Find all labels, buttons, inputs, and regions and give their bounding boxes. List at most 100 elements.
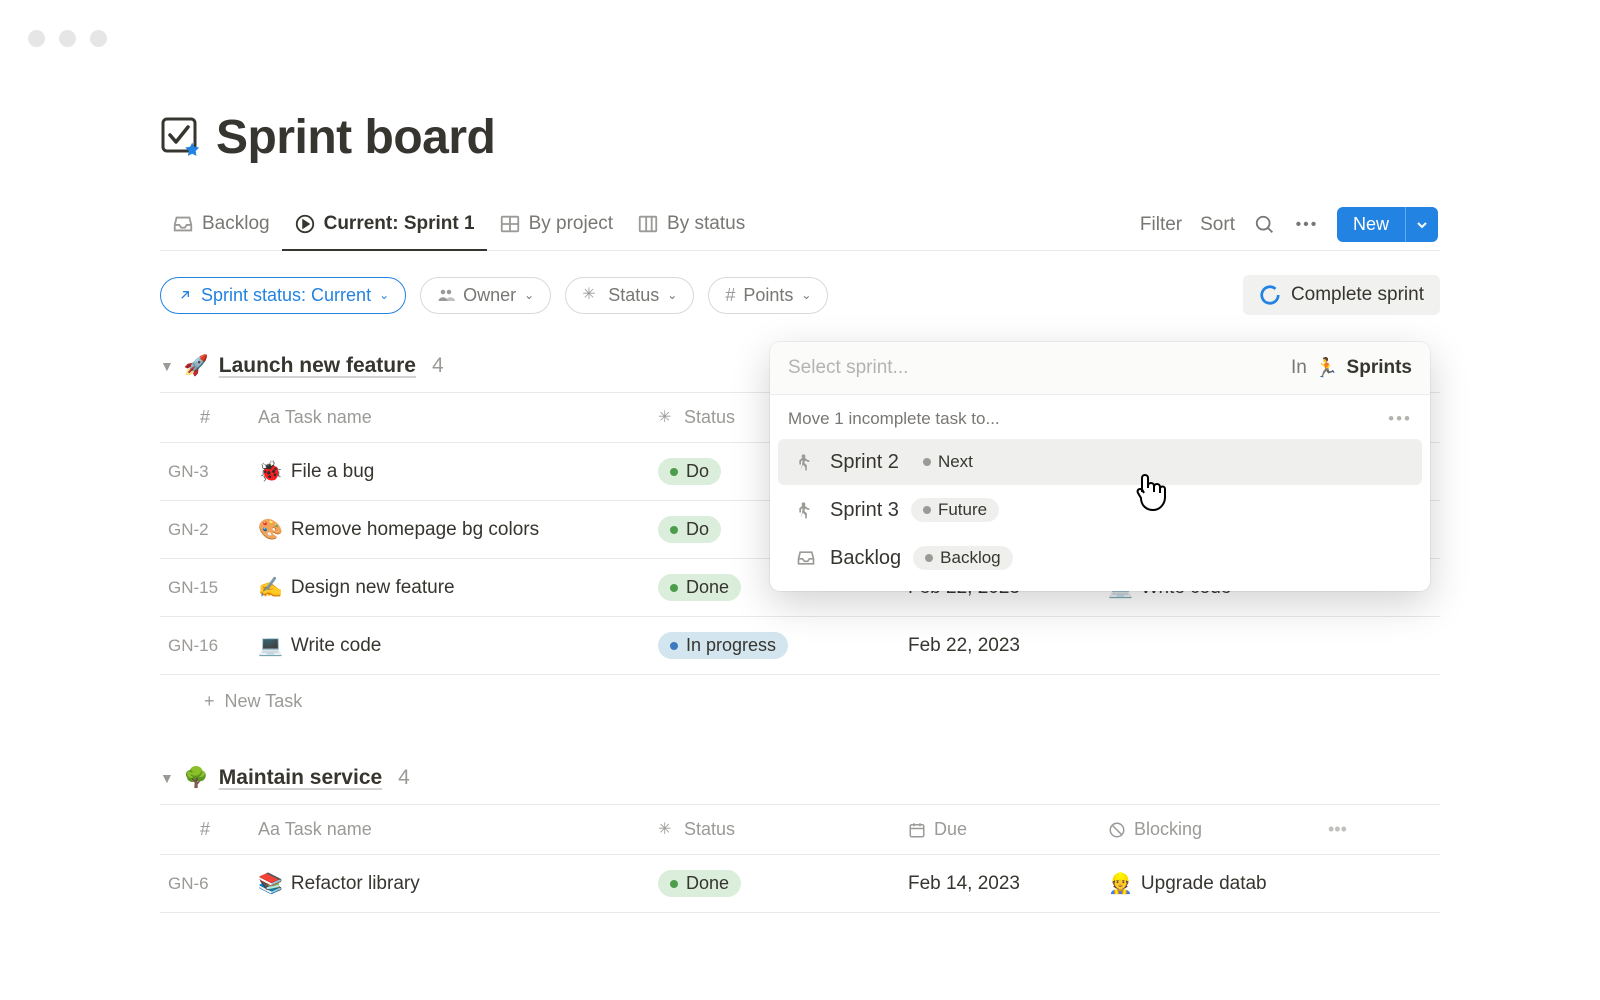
col-status[interactable]: Status	[650, 819, 900, 840]
cell-status: In progress	[650, 632, 900, 659]
more-icon[interactable]: •••	[1295, 213, 1319, 237]
cell-id: GN-2	[160, 520, 250, 540]
popover-subtitle-row: Move 1 incomplete task to... •••	[770, 395, 1430, 437]
filter-status[interactable]: Status ⌄	[565, 277, 694, 314]
filter-owner[interactable]: Owner ⌄	[420, 277, 551, 314]
runner-icon	[796, 499, 818, 521]
new-button[interactable]: New	[1337, 207, 1405, 242]
tab-backlog[interactable]: Backlog	[160, 199, 282, 251]
col-more[interactable]: •••	[1320, 819, 1360, 840]
window-traffic-lights	[28, 30, 107, 47]
row-title: Write code	[291, 635, 381, 657]
row-title: File a bug	[291, 461, 374, 483]
tab-label: Current: Sprint 1	[324, 213, 475, 235]
in-target: Sprints	[1347, 357, 1412, 379]
col-due[interactable]: Due	[900, 819, 1100, 840]
more-icon[interactable]: •••	[1388, 409, 1412, 429]
col-blocking[interactable]: Blocking	[1100, 819, 1320, 840]
loading-icon	[582, 286, 600, 304]
cell-name: ✍️ Design new feature	[250, 575, 650, 600]
filter-points[interactable]: # Points ⌄	[708, 277, 828, 314]
option-label: Sprint 3	[830, 499, 899, 522]
in-text: In	[1291, 357, 1307, 379]
traffic-light-green[interactable]	[90, 30, 107, 47]
cell-name: 💻 Write code	[250, 633, 650, 658]
filter-label: Sprint status: Current	[201, 285, 371, 306]
popover-in-label: In 🏃 Sprints	[1291, 356, 1412, 380]
cell-id: GN-3	[160, 462, 250, 482]
play-circle-icon	[294, 213, 316, 235]
view-tabs: Backlog Current: Sprint 1 By project By …	[160, 199, 1440, 251]
blocking-emoji: 👷	[1108, 871, 1133, 896]
row-emoji: 🐞	[258, 459, 283, 484]
cell-status: Done	[650, 870, 900, 897]
sprint-option[interactable]: Backlog Backlog	[778, 535, 1422, 581]
tab-current[interactable]: Current: Sprint 1	[282, 199, 487, 251]
cell-id: GN-15	[160, 578, 250, 598]
collapse-icon: ▼	[160, 358, 174, 374]
row-emoji: 💻	[258, 633, 283, 658]
runner-icon	[796, 451, 818, 473]
page-title: Sprint board	[216, 110, 495, 165]
traffic-light-red[interactable]	[28, 30, 45, 47]
tab-by-status[interactable]: By status	[625, 199, 757, 251]
status-badge: Done	[658, 574, 741, 601]
search-icon[interactable]	[1253, 213, 1277, 237]
sort-button[interactable]: Sort	[1200, 214, 1235, 236]
new-task-button[interactable]: +New Task	[160, 675, 1440, 727]
group-emoji: 🌳	[184, 765, 209, 790]
group-count: 4	[432, 354, 444, 378]
tab-by-project[interactable]: By project	[487, 199, 625, 251]
group-emoji: 🚀	[184, 353, 209, 378]
blocking-text: Upgrade datab	[1141, 873, 1267, 895]
hash-icon: #	[725, 285, 735, 306]
filter-label: Points	[743, 285, 793, 306]
inbox-icon	[796, 547, 818, 569]
group-name: Launch new feature	[219, 354, 416, 378]
cell-due: Feb 22, 2023	[900, 635, 1100, 657]
complete-sprint-button[interactable]: Complete sprint	[1243, 275, 1440, 315]
cell-name: 🎨Remove homepage bg colors	[250, 517, 650, 542]
option-label: Backlog	[830, 547, 901, 570]
filter-button[interactable]: Filter	[1140, 214, 1182, 236]
row-title: Design new feature	[291, 577, 455, 599]
page-icon-checkbox-star	[160, 116, 204, 160]
table-header: # Aa Task name Status Due Blocking •••	[160, 805, 1440, 855]
sprint-option[interactable]: Sprint 2 Next	[778, 439, 1422, 485]
tab-label: By status	[667, 213, 745, 235]
status-badge: Do	[658, 458, 721, 485]
tab-label: Backlog	[202, 213, 270, 235]
row-emoji: ✍️	[258, 575, 283, 600]
table-icon	[499, 213, 521, 235]
runner-star-icon: 🏃	[1315, 356, 1339, 380]
status-badge: Done	[658, 870, 741, 897]
status-badge: Do	[658, 516, 721, 543]
row-title: Refactor library	[291, 873, 420, 895]
group-header[interactable]: ▼ 🌳 Maintain service 4	[160, 765, 1440, 790]
board-icon	[637, 213, 659, 235]
col-id[interactable]: #	[160, 407, 250, 428]
sprint-option[interactable]: Sprint 3 Future	[778, 487, 1422, 533]
task-table: # Aa Task name Status Due Blocking ••• G…	[160, 804, 1440, 913]
page-title-row: Sprint board	[160, 110, 1440, 165]
col-name[interactable]: Aa Task name	[250, 407, 650, 428]
tab-label: By project	[529, 213, 613, 235]
table-row[interactable]: GN-6 📚Refactor library Done Feb 14, 2023…	[160, 855, 1440, 913]
table-row[interactable]: GN-16 💻Write code In progress Feb 22, 20…	[160, 617, 1440, 675]
col-id[interactable]: #	[160, 819, 250, 840]
filter-row: Sprint status: Current ⌄ Owner ⌄ Status …	[160, 275, 1440, 315]
new-dropdown[interactable]	[1405, 207, 1438, 242]
traffic-light-yellow[interactable]	[59, 30, 76, 47]
col-name[interactable]: Aa Task name	[250, 819, 650, 840]
row-emoji: 🎨	[258, 517, 283, 542]
filter-sprint-status[interactable]: Sprint status: Current ⌄	[160, 277, 406, 314]
cell-id: GN-6	[160, 874, 250, 894]
sprint-search-input[interactable]	[788, 357, 1291, 379]
option-label: Sprint 2	[830, 451, 899, 474]
option-status-pill: Backlog	[913, 546, 1012, 570]
cell-name: 🐞 File a bug	[250, 459, 650, 484]
task-group: ▼ 🌳 Maintain service 4 # Aa Task name St…	[160, 765, 1440, 913]
option-status-pill: Next	[911, 450, 985, 474]
loading-icon	[658, 409, 676, 427]
status-badge: In progress	[658, 632, 788, 659]
